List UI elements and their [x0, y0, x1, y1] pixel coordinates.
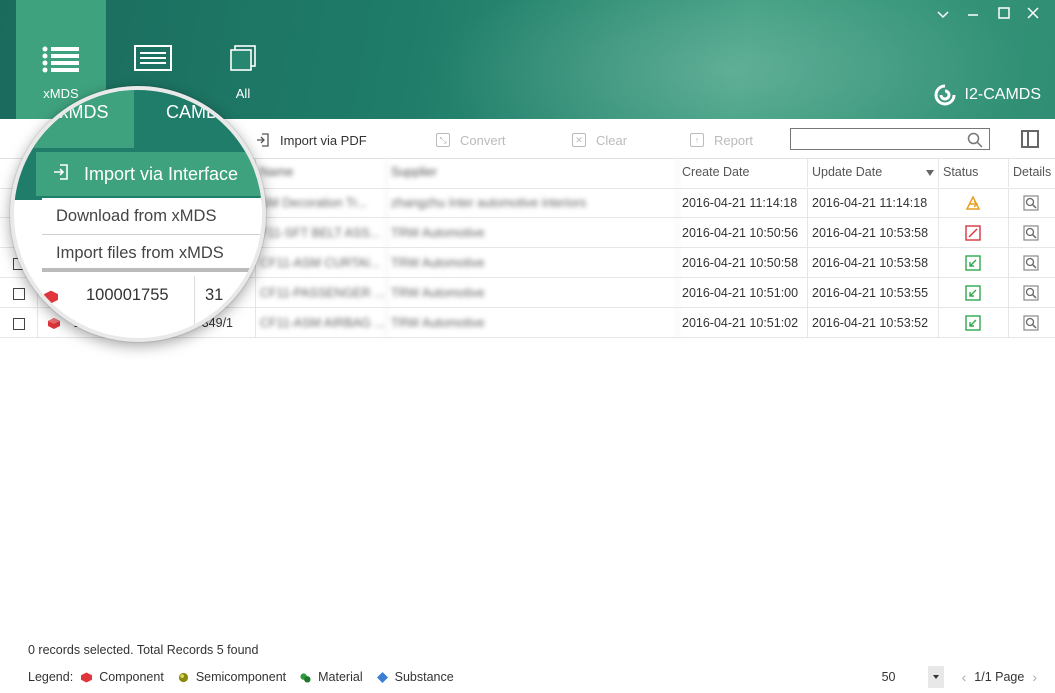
header-details: Details [1013, 165, 1052, 179]
row-name: SM Decoration Tr... [256, 188, 387, 218]
convert-icon: ⤡ [436, 133, 450, 147]
legend-label: Legend: [28, 670, 74, 684]
column-divider [194, 276, 195, 338]
report-button[interactable]: ↑ Report [690, 131, 753, 149]
header-status[interactable]: Status [939, 159, 1009, 187]
prev-page-icon[interactable]: ‹ [962, 669, 967, 685]
import-files-from-xmds-item[interactable]: Import files from xMDS [42, 235, 262, 271]
legend-substance: Substance [394, 670, 454, 684]
row-create-date: 2016-04-21 10:50:56 [678, 218, 808, 248]
brand-name: I2-CAMDS [964, 86, 1041, 103]
convert-label: Convert [460, 132, 506, 148]
row-name: CF11-ASM AIRBAG ... [256, 308, 387, 338]
next-page-icon[interactable]: › [1032, 669, 1037, 685]
row-checkbox[interactable] [13, 317, 25, 330]
clear-button[interactable]: ✕ Clear [572, 131, 627, 149]
cards-icon [134, 45, 172, 71]
chevron-down-icon[interactable] [927, 666, 944, 688]
row-create-date: 2016-04-21 10:51:02 [678, 308, 808, 338]
clear-label: Clear [596, 132, 628, 148]
import-via-interface-button[interactable]: Import via Interface [36, 152, 262, 196]
convert-button[interactable]: ⤡ Convert [436, 131, 506, 149]
row-update-date: 2016-04-21 10:53:55 [808, 278, 939, 308]
page-size-select[interactable]: 50 [876, 666, 928, 688]
row-checkbox[interactable] [13, 287, 25, 300]
convert-warning-icon [965, 195, 981, 210]
converted-icon [965, 255, 981, 271]
brand: I2-CAMDS [933, 84, 1041, 106]
report-icon: ↑ [690, 133, 704, 147]
magnifier-callout: xMDS CAMDS Import via Interface Download… [10, 86, 266, 342]
page-info: 1/1 Page [974, 670, 1025, 684]
legend-semicomponent: Semicomponent [195, 670, 287, 684]
row-supplier: TRW Automotive [387, 278, 678, 308]
row-name: CF11-PASSENGER ... [256, 278, 387, 308]
import-pdf-label: Import via PDF [280, 132, 367, 148]
row-supplier: TRW Automotive [387, 248, 678, 278]
download-from-xmds-item[interactable]: Download from xMDS [42, 198, 262, 234]
minimize-down-icon[interactable] [931, 4, 955, 24]
details-icon[interactable] [1023, 195, 1039, 211]
magnified-row-id: 100001755 [86, 286, 169, 304]
row-create-date: 2016-04-21 10:50:58 [678, 248, 808, 278]
selection-status: 0 records selected. Total Records 5 foun… [28, 643, 259, 657]
details-icon[interactable] [1023, 315, 1039, 331]
panel-toggle-icon[interactable] [1021, 130, 1039, 148]
minimize-icon[interactable] [961, 4, 985, 24]
row-update-date: 2016-04-21 11:14:18 [808, 188, 939, 218]
row-supplier: TRW Automotive [387, 218, 678, 248]
row-supplier: zhangzhu Inter automotive interiors [387, 188, 678, 218]
magnified-tab-xmds[interactable]: xMDS [34, 90, 134, 148]
error-icon [965, 225, 981, 241]
row-update-date: 2016-04-21 10:53:52 [808, 308, 939, 338]
component-icon [48, 318, 60, 330]
row-update-date: 2016-04-21 10:53:58 [808, 218, 939, 248]
header-supplier[interactable]: Supplier [387, 159, 678, 187]
row-update-date: 2016-04-21 10:53:58 [808, 248, 939, 278]
import-via-interface-label: Import via Interface [84, 163, 239, 184]
menu-bottom-bar [42, 268, 252, 272]
substance-icon [376, 671, 388, 683]
legend: Legend: Component Semicomponent Material… [28, 670, 468, 684]
material-icon [300, 672, 311, 683]
semicomponent-icon [178, 672, 188, 682]
import-pdf-button[interactable]: Import via PDF [256, 131, 367, 149]
pager: 50 ‹ 1/1 Page › [876, 666, 1045, 688]
details-icon[interactable] [1023, 285, 1039, 301]
component-icon [81, 671, 93, 683]
legend-material: Material [318, 670, 363, 684]
row-name: F11-SFT BELT ASS... [256, 218, 387, 248]
legend-component: Component [99, 670, 164, 684]
row-name: CF11-ASM CURTAI... [256, 248, 387, 278]
report-label: Report [714, 132, 754, 148]
details-icon[interactable] [1023, 225, 1039, 241]
clear-icon: ✕ [572, 133, 586, 147]
header-create-date[interactable]: Create Date [678, 159, 808, 187]
search-box[interactable] [790, 128, 990, 150]
row-create-date: 2016-04-21 10:51:00 [678, 278, 808, 308]
stack-icon [230, 45, 256, 71]
component-icon [44, 290, 58, 304]
header-update-date[interactable]: Update Date [808, 159, 939, 187]
sort-desc-icon[interactable] [926, 170, 934, 176]
converted-icon [965, 315, 981, 331]
row-supplier: TRW Automotive [387, 308, 678, 338]
maximize-icon[interactable] [992, 4, 1016, 24]
header-name[interactable]: Name [256, 159, 387, 187]
row-create-date: 2016-04-21 11:14:18 [678, 188, 808, 218]
brand-logo-icon [934, 84, 956, 106]
magnified-row-nr: 31 [205, 286, 224, 304]
list-icon [42, 46, 79, 73]
close-icon[interactable] [1021, 4, 1045, 24]
details-icon[interactable] [1023, 255, 1039, 271]
import-icon [52, 163, 70, 186]
converted-icon [965, 285, 981, 301]
search-icon [967, 132, 983, 148]
magnified-tab-camds[interactable]: CAMDS [138, 90, 258, 148]
